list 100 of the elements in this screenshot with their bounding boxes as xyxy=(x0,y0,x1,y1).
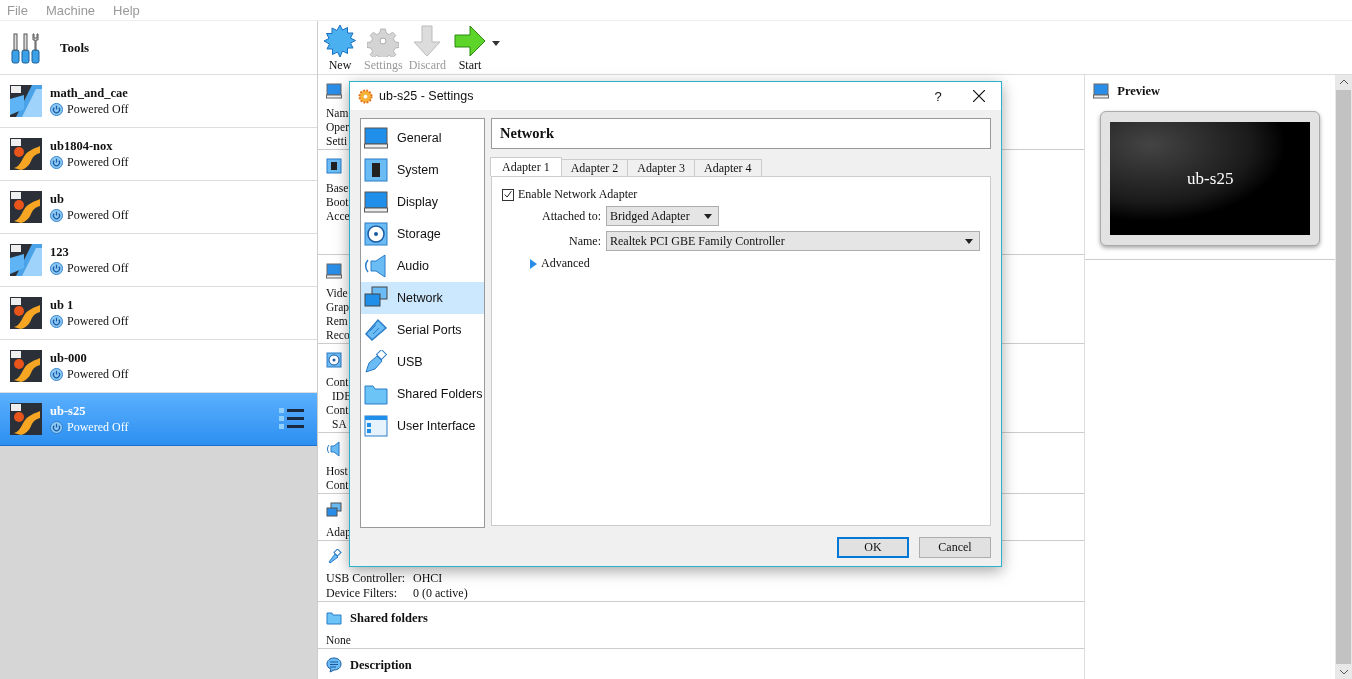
preview-title: Preview xyxy=(1117,83,1161,99)
adapter-tab[interactable]: Adapter 1 xyxy=(490,157,562,176)
scroll-up-icon[interactable] xyxy=(1339,79,1348,84)
detail-text: None xyxy=(326,633,351,647)
category-item[interactable]: Shared Folders xyxy=(361,378,484,410)
cancel-button[interactable]: Cancel xyxy=(919,537,991,558)
category-item[interactable]: Audio xyxy=(361,250,484,282)
power-icon xyxy=(50,367,63,381)
power-icon xyxy=(50,261,63,275)
vm-list-item[interactable]: ub1804-nox Powered Off xyxy=(0,128,317,181)
vm-list-item[interactable]: math_and_cae Powered Off xyxy=(0,75,317,128)
attached-dropdown[interactable]: Bridged Adapter xyxy=(606,206,719,226)
detail-text: Acce xyxy=(326,209,350,223)
vm-list-item[interactable]: 123 Powered Off xyxy=(0,234,317,287)
power-icon xyxy=(50,208,63,222)
category-item[interactable]: Serial Ports xyxy=(361,314,484,346)
category-item[interactable]: Network xyxy=(361,282,484,314)
network-icon xyxy=(326,502,342,518)
detail-value: 0 (0 active) xyxy=(413,585,468,600)
windows-os-icon xyxy=(10,244,42,276)
vm-state: Powered Off xyxy=(67,207,129,223)
vm-name: ub1804-nox xyxy=(50,138,114,154)
name-label: Name: xyxy=(569,233,601,249)
vm-name: math_and_cae xyxy=(50,85,129,101)
audio-icon xyxy=(326,441,342,457)
detail-text: SA xyxy=(331,417,347,431)
ok-button[interactable]: OK xyxy=(837,537,909,558)
detail-label: Device Filters: xyxy=(326,585,398,600)
page-title: Network xyxy=(491,118,991,149)
start-button[interactable]: Start xyxy=(450,21,490,73)
usb-category-icon xyxy=(364,350,388,374)
section-title: Shared folders xyxy=(350,610,428,626)
checkbox-label: Enable Network Adapter xyxy=(518,187,638,202)
attached-label: Attached to: xyxy=(542,208,601,224)
vm-name: ub xyxy=(50,191,65,207)
linux-os-icon xyxy=(10,138,42,170)
gear-icon xyxy=(358,88,373,104)
windows-os-icon xyxy=(10,85,42,117)
vm-list-item[interactable]: ub 1 Powered Off xyxy=(0,287,317,340)
details-menu-icon[interactable] xyxy=(279,407,305,431)
power-icon xyxy=(50,102,63,116)
detail-text: Grap xyxy=(326,300,349,314)
close-icon[interactable] xyxy=(973,90,985,102)
audio-category-icon xyxy=(364,254,388,278)
checkbox[interactable] xyxy=(502,188,514,201)
adapter-tab[interactable]: Adapter 3 xyxy=(627,159,695,176)
detail-value: OHCI xyxy=(413,571,444,586)
vm-list-item[interactable]: ub Powered Off xyxy=(0,181,317,234)
tools-icon xyxy=(10,31,42,64)
shared-icon xyxy=(326,610,342,626)
category-item[interactable]: USB xyxy=(361,346,484,378)
detail-text: Boot xyxy=(326,195,349,209)
linux-os-icon xyxy=(10,350,42,382)
power-icon xyxy=(50,314,63,328)
detail-text: Cont xyxy=(326,403,349,417)
linux-os-icon xyxy=(10,297,42,329)
detail-text: Oper xyxy=(326,120,349,134)
storage-category-icon xyxy=(364,222,388,246)
usb-icon xyxy=(326,549,342,565)
scroll-down-icon[interactable] xyxy=(1339,670,1348,675)
dropdown-caret-icon[interactable] xyxy=(492,40,500,46)
adapter-tab[interactable]: Adapter 4 xyxy=(693,159,762,176)
name-dropdown[interactable]: Realtek PCI GBE Family Controller xyxy=(606,231,980,251)
adapter-tab[interactable]: Adapter 2 xyxy=(560,159,629,176)
detail-text: Base xyxy=(326,181,349,195)
detail-text: Setti xyxy=(326,134,348,148)
category-item[interactable]: User Interface xyxy=(361,410,484,442)
caret-icon xyxy=(965,238,973,244)
general-category-icon xyxy=(364,126,388,150)
display-category-icon xyxy=(364,190,388,214)
tools-label: Tools xyxy=(60,39,90,56)
display-icon xyxy=(326,263,342,279)
vm-state: Powered Off xyxy=(67,313,129,329)
new-button[interactable]: New xyxy=(320,21,360,73)
category-item[interactable]: General xyxy=(361,122,484,154)
detail-label: USB Controller: xyxy=(326,571,406,586)
power-icon xyxy=(50,155,63,169)
general-icon xyxy=(326,83,342,99)
storage-icon xyxy=(326,352,342,368)
vm-name: 123 xyxy=(50,244,70,260)
system-category-icon xyxy=(364,158,388,182)
starburst-icon xyxy=(324,25,356,57)
vm-state: Powered Off xyxy=(67,154,129,170)
detail-text: Vide xyxy=(326,286,348,300)
detail-text: Nam xyxy=(326,106,349,120)
description-icon xyxy=(326,657,342,673)
power-icon xyxy=(50,420,63,434)
advanced-toggle[interactable]: Advanced xyxy=(529,256,590,271)
help-button[interactable]: ? xyxy=(923,88,953,104)
monitor-icon xyxy=(1093,83,1110,99)
system-icon xyxy=(326,158,342,174)
ui-category-icon xyxy=(364,414,388,438)
section-title: Description xyxy=(350,657,412,673)
category-item[interactable]: Storage xyxy=(361,218,484,250)
settings-icon xyxy=(367,25,400,57)
category-item[interactable]: Display xyxy=(361,186,484,218)
dialog-title: ub-s25 - Settings xyxy=(379,89,475,103)
category-item[interactable]: System xyxy=(361,154,484,186)
vm-name: ub-000 xyxy=(50,350,88,366)
expand-triangle-icon xyxy=(529,258,537,269)
